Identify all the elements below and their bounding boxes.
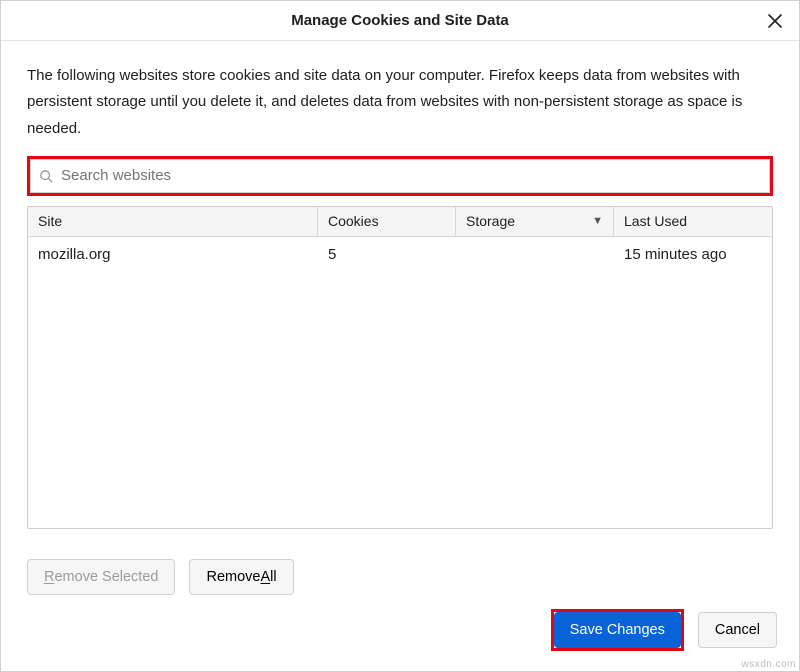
column-header-cookies[interactable]: Cookies — [318, 207, 456, 236]
search-input[interactable] — [59, 166, 761, 185]
remove-selected-button[interactable]: Remove Selected — [27, 559, 175, 595]
search-field[interactable] — [30, 159, 770, 193]
cell-cookies: 5 — [318, 246, 456, 263]
dialog-content: The following websites store cookies and… — [1, 41, 799, 541]
save-changes-button[interactable]: Save Changes — [554, 612, 681, 648]
dialog-title: Manage Cookies and Site Data — [291, 12, 509, 29]
dialog-description: The following websites store cookies and… — [27, 63, 773, 142]
column-header-last-used[interactable]: Last Used — [614, 207, 772, 236]
table-body[interactable]: mozilla.org 5 15 minutes ago — [28, 237, 772, 528]
sites-table: Site Cookies Storage▼ Last Used mozilla.… — [27, 206, 773, 529]
column-header-site[interactable]: Site — [28, 207, 318, 236]
cancel-button[interactable]: Cancel — [698, 612, 777, 648]
cell-site: mozilla.org — [28, 246, 318, 263]
column-header-storage[interactable]: Storage▼ — [456, 207, 614, 236]
remove-all-button[interactable]: Remove All — [189, 559, 293, 595]
table-header: Site Cookies Storage▼ Last Used — [28, 207, 772, 237]
watermark: wsxdn.com — [741, 659, 796, 670]
action-buttons-row: Remove Selected Remove All — [1, 541, 799, 597]
search-highlight — [27, 156, 773, 196]
dialog-footer: Save Changes Cancel — [1, 597, 799, 671]
dialog-titlebar: Manage Cookies and Site Data — [1, 1, 799, 41]
sort-indicator-icon: ▼ — [592, 215, 603, 227]
search-icon — [39, 169, 53, 183]
cell-last-used: 15 minutes ago — [614, 246, 772, 263]
close-icon — [767, 13, 783, 29]
save-highlight: Save Changes — [551, 609, 684, 651]
close-button[interactable] — [763, 9, 787, 33]
manage-cookies-dialog: Manage Cookies and Site Data The followi… — [0, 0, 800, 672]
table-row[interactable]: mozilla.org 5 15 minutes ago — [28, 237, 772, 273]
